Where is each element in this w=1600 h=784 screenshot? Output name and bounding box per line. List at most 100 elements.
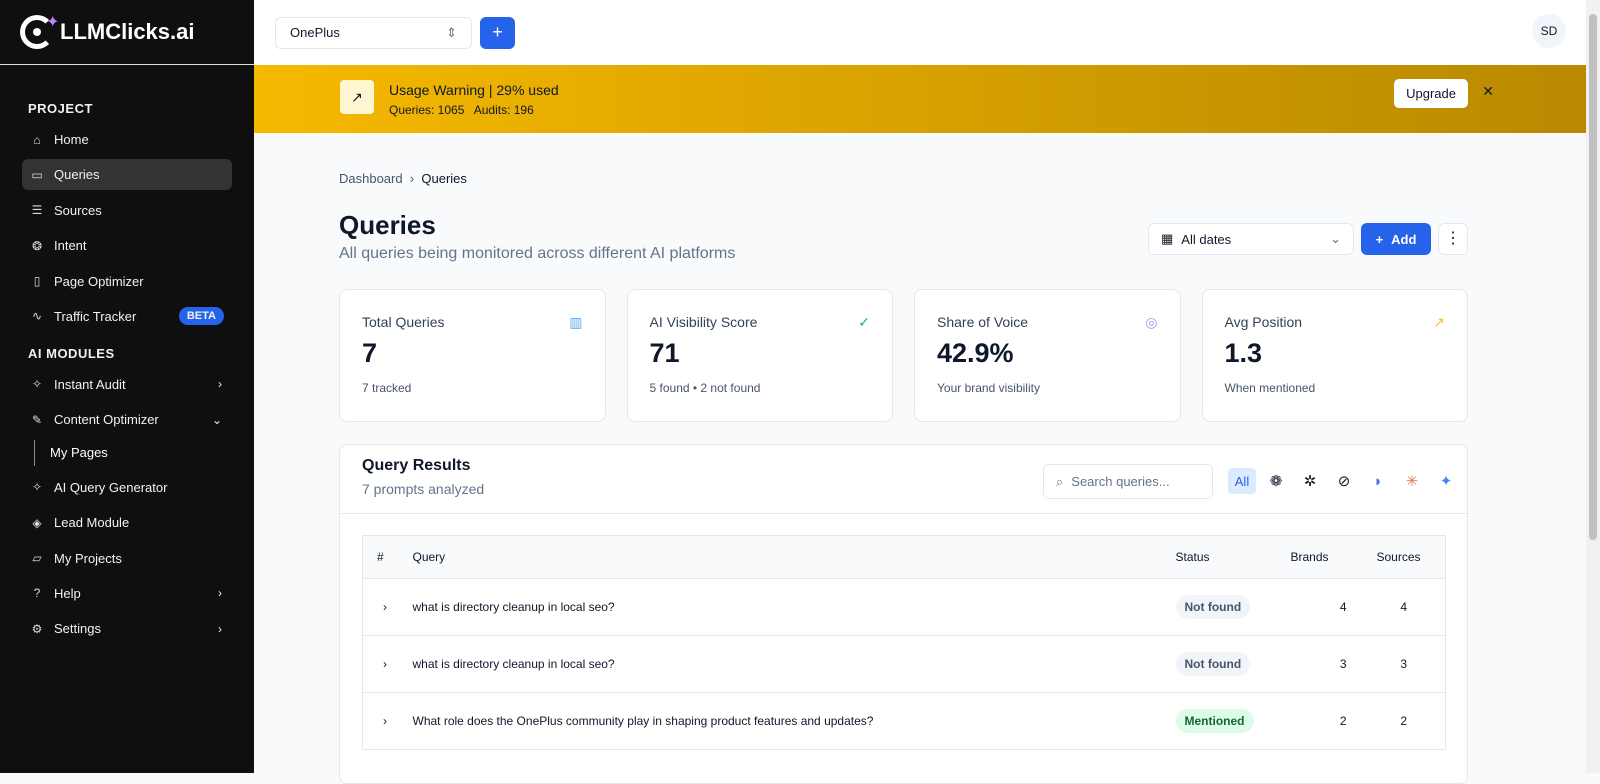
upgrade-button[interactable]: Upgrade	[1394, 79, 1468, 108]
more-options-button[interactable]: ⋮	[1438, 223, 1468, 255]
table-row[interactable]: › what is directory cleanup in local seo?…	[362, 635, 1446, 693]
sidebar-item-queries[interactable]: ▭ Queries	[22, 159, 232, 191]
search-placeholder: Search queries...	[1071, 474, 1170, 489]
brands-count: 4	[1290, 578, 1361, 636]
usage-warning-banner: ↗ Usage Warning | 29% used Queries: 1065…	[254, 65, 1586, 133]
deepseek-icon[interactable]: ◗	[1364, 468, 1392, 494]
sources-count: 3	[1360, 635, 1446, 693]
card-title: Share of Voice	[937, 314, 1029, 330]
label: Home	[54, 132, 89, 147]
section-project: PROJECT	[28, 101, 93, 116]
close-icon[interactable]: ✕	[1482, 83, 1494, 100]
label: Intent	[54, 238, 87, 254]
section-ai-modules: AI MODULES	[28, 345, 115, 361]
brands-count: 3	[1290, 635, 1361, 693]
sidebar-item-traffic-tracker[interactable]: ∿ Traffic Tracker BETA	[22, 301, 232, 332]
trending-up-icon: ↗	[1433, 314, 1445, 330]
calendar-icon: ▦	[1161, 231, 1174, 246]
sidebar: ✦ LLMClicks.ai PROJECT ⌂ Home ▭ Queries ☰ S…	[0, 0, 254, 773]
pen-icon: ✎	[31, 412, 43, 427]
card-sub: Your brand visibility	[937, 381, 1040, 395]
sparkles-icon: ✧	[31, 480, 43, 495]
label: AI Query Generator	[54, 479, 168, 495]
card-title: AI Visibility Score	[649, 314, 758, 330]
chevron-right-icon[interactable]: ›	[362, 692, 413, 750]
topbar: OnePlus ⇕ + SD	[254, 0, 1586, 65]
col-status: Status	[1175, 535, 1291, 579]
beta-badge: BETA	[178, 307, 224, 326]
label: My Projects	[54, 550, 122, 566]
breadcrumb-current: Queries	[421, 171, 467, 186]
chevron-right-icon[interactable]: ›	[362, 635, 413, 693]
search-icon: ⌕	[1056, 473, 1064, 489]
add-project-button[interactable]: +	[480, 16, 515, 49]
card-sub: 7 tracked	[362, 381, 412, 395]
home-icon: ⌂	[33, 132, 41, 147]
table-row[interactable]: › What role does the OnePlus community pl…	[362, 692, 1446, 750]
perplexity-icon[interactable]: ✲	[1296, 468, 1324, 494]
chevron-right-icon: ›	[218, 621, 222, 636]
query-table: # Query Status Brands Sources › what is direc…	[362, 535, 1446, 750]
breadcrumb-dashboard[interactable]: Dashboard	[339, 171, 403, 186]
table-row[interactable]: › what is directory cleanup in local seo?…	[362, 578, 1446, 636]
scrollbar-thumb[interactable]	[1589, 14, 1597, 540]
gear-icon: ⚙	[31, 621, 43, 636]
card-value: 1.3	[1224, 338, 1263, 368]
claude-icon[interactable]: ✳	[1398, 468, 1426, 494]
sidebar-item-home[interactable]: ⌂ Home	[22, 124, 232, 155]
file-icon: ▯	[33, 274, 41, 289]
sidebar-item-sources[interactable]: ☰ Sources	[22, 195, 232, 226]
sidebar-item-settings[interactable]: ⚙ Settings ›	[22, 613, 232, 644]
sparkle-icon: ✦	[46, 14, 60, 31]
sidebar-item-intent[interactable]: ❂ Intent	[22, 230, 232, 261]
folder-icon: ▱	[32, 551, 42, 566]
query-text: what is directory cleanup in local seo?	[412, 635, 1176, 693]
handshake-icon: ◈	[32, 515, 42, 530]
warning-title: Usage Warning | 29% used	[389, 81, 559, 98]
date-filter-value: All dates	[1181, 231, 1232, 247]
sparkles-icon: ✧	[31, 377, 43, 392]
status-badge: Not found	[1175, 652, 1251, 676]
sidebar-item-instant-audit[interactable]: ✧ Instant Audit ›	[22, 369, 232, 400]
logo[interactable]: ✦ LLMClicks.ai	[0, 0, 254, 65]
label: Content Optimizer	[54, 412, 159, 428]
chevron-right-icon: ›	[218, 377, 222, 392]
chatgpt-icon[interactable]: ❁	[1262, 468, 1290, 494]
date-filter-select[interactable]: ▦ All dates ⌄	[1148, 223, 1354, 255]
sidebar-item-ai-query-generator[interactable]: ✧ AI Query Generator	[22, 472, 232, 503]
brand-name: LLMClicks.ai	[60, 19, 195, 44]
project-select[interactable]: OnePlus ⇕	[275, 16, 472, 49]
card-title: Total Queries	[362, 314, 445, 330]
filter-all[interactable]: All	[1228, 468, 1256, 494]
check-circle-icon: ✓	[858, 314, 870, 330]
grok-icon[interactable]: ⊘	[1330, 468, 1358, 494]
card-value: 7	[362, 338, 378, 368]
sidebar-item-lead-module[interactable]: ◈ Lead Module	[22, 507, 232, 538]
scrollbar[interactable]	[1586, 0, 1600, 773]
sidebar-item-my-pages[interactable]: My Pages	[34, 439, 254, 466]
sidebar-item-content-optimizer[interactable]: ✎ Content Optimizer ⌄	[22, 404, 232, 435]
col-brands: Brands	[1290, 535, 1361, 579]
gemini-icon[interactable]: ✦	[1432, 468, 1460, 494]
stat-card-total-queries: Total Queries 7 7 tracked ▥	[339, 289, 606, 422]
col-sources: Sources	[1360, 535, 1446, 579]
project-select-value: OnePlus	[290, 25, 340, 40]
search-input[interactable]: ⌕ Search queries...	[1043, 464, 1213, 499]
avatar[interactable]: SD	[1532, 14, 1566, 48]
sidebar-item-page-optimizer[interactable]: ▯ Page Optimizer	[22, 266, 232, 297]
sidebar-item-help[interactable]: ? Help ›	[22, 578, 232, 609]
add-query-button[interactable]: + Add	[1361, 223, 1431, 255]
card-value: 71	[649, 338, 680, 368]
card-value: 42.9%	[937, 338, 1014, 368]
chevron-right-icon[interactable]: ›	[362, 578, 413, 636]
breadcrumb: Dashboard › Queries	[339, 171, 467, 186]
plus-icon: +	[1375, 231, 1384, 247]
brands-count: 2	[1290, 692, 1361, 750]
sources-count: 2	[1360, 692, 1446, 750]
chevron-down-icon: ⌄	[211, 412, 222, 427]
bar-chart-icon: ▥	[569, 314, 583, 330]
trending-up-icon: ↗	[340, 80, 374, 114]
card-title: Avg Position	[1224, 314, 1303, 330]
query-text: what is directory cleanup in local seo?	[412, 578, 1176, 636]
sidebar-item-my-projects[interactable]: ▱ My Projects	[22, 543, 232, 574]
